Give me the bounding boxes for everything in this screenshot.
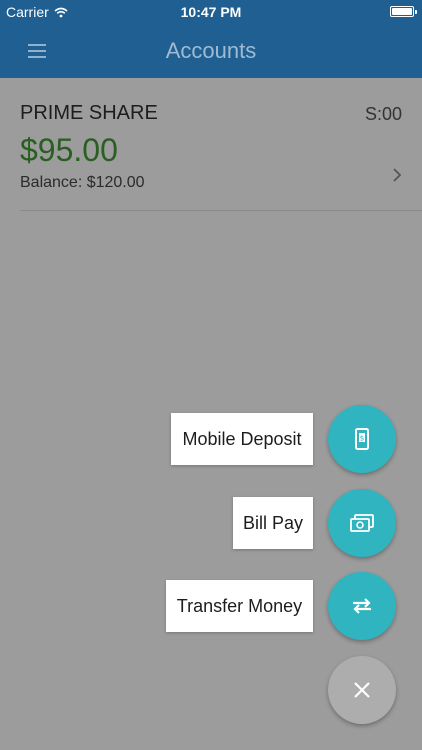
account-name: PRIME SHARE [20, 102, 158, 124]
nav-bar: Accounts [0, 24, 422, 78]
chevron-right-icon [393, 168, 402, 182]
battery-icon [390, 6, 417, 17]
close-icon [354, 682, 370, 698]
mobile-deposit-label-button[interactable]: Mobile Deposit [171, 413, 313, 465]
divider [20, 210, 422, 211]
available-amount: $95.00 [20, 132, 118, 168]
mobile-deposit-button[interactable]: $ [328, 405, 396, 473]
mobile-deposit-icon: $ [355, 428, 369, 450]
account-code: S:00 [364, 104, 402, 124]
transfer-money-label-button[interactable]: Transfer Money [166, 580, 313, 632]
svg-text:$: $ [360, 435, 364, 443]
status-time: 10:47 PM [180, 4, 242, 20]
balance-text: Balance: $120.00 [20, 174, 145, 191]
page-title: Accounts [165, 38, 257, 63]
bill-pay-label-button[interactable]: Bill Pay [233, 497, 313, 549]
status-bar: Carrier 10:47 PM [0, 0, 422, 24]
account-row[interactable]: PRIME SHARE S:00 $95.00 Balance: $120.00 [0, 78, 422, 212]
bill-pay-button[interactable] [328, 489, 396, 557]
cash-icon [350, 514, 374, 532]
transfer-money-button[interactable] [328, 572, 396, 640]
close-fab-button[interactable] [328, 656, 396, 724]
transfer-arrows-icon [353, 598, 371, 614]
